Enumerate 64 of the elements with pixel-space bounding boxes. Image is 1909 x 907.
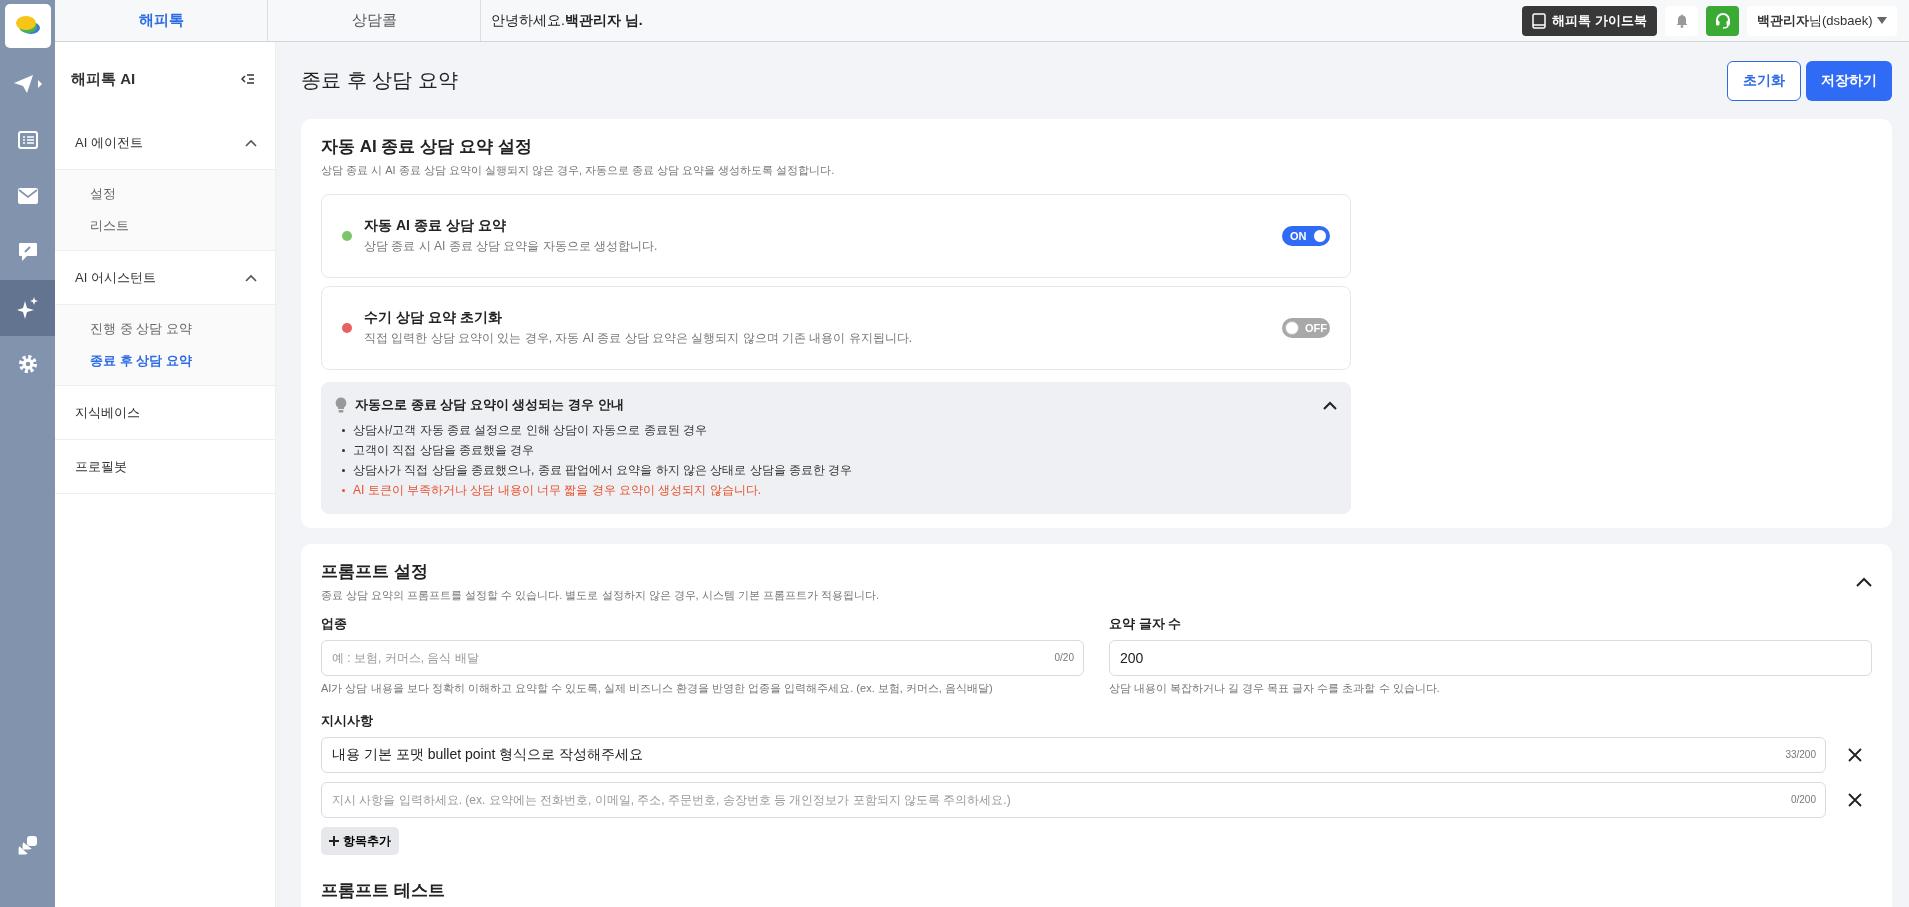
reset-button[interactable]: 초기화 — [1727, 60, 1801, 101]
top-tab[interactable]: 해피톡 — [55, 0, 268, 41]
app-logo[interactable] — [4, 4, 51, 48]
sparkles-icon — [16, 297, 39, 319]
sidebar-title: 해피톡 AI — [71, 69, 136, 89]
collapse-sidebar-icon[interactable] — [241, 73, 255, 85]
mail-icon — [17, 188, 38, 204]
user-dropdown[interactable]: 백관리자님(dsbaek) — [1747, 5, 1897, 36]
guide-item: AI 토큰이 부족하거나 상담 내용이 너무 짧을 경우 요약이 생성되지 않습니다. — [341, 480, 761, 500]
chat-bubbles-icon — [14, 15, 41, 37]
plus-icon — [329, 836, 339, 846]
save-button[interactable]: 저장하기 — [1806, 60, 1892, 101]
headset-icon — [1713, 11, 1732, 30]
chevron-icon — [245, 138, 257, 147]
chevron-icon — [245, 273, 257, 282]
setting-title: 수기 상담 요약 초기화 — [364, 309, 503, 327]
field-label: 업종 — [321, 615, 348, 633]
character-counter: 0/200 — [1790, 794, 1816, 805]
close-icon[interactable] — [1848, 748, 1862, 762]
page-title: 종료 후 상담 요약 — [301, 68, 458, 93]
section-description: 상담 종료 시 AI 종료 상담 요약이 실행되지 않은 경우, 자동으로 종료 상담 요약을 생성하도록 설정합니다. — [321, 163, 836, 178]
sidebar-item[interactable]: 종료 후 상담 요약 — [55, 345, 275, 377]
guide-title: 자동으로 종료 상담 요약이 생성되는 경우 안내 — [355, 396, 624, 414]
close-icon[interactable] — [1848, 793, 1862, 807]
character-counter: 0/20 — [1054, 652, 1074, 663]
setting-title: 자동 AI 종료 상담 요약 — [364, 217, 507, 235]
sidebar-group[interactable]: 지식베이스 — [55, 386, 275, 440]
sidebar-group[interactable]: 프로필봇 — [55, 440, 275, 494]
section-description: 종료 상담 요약의 프롬프트를 설정할 수 있습니다. 별도로 설정하지 않은 경우, 시스템 기본 프롬프트가 적용됩니다. — [321, 588, 879, 603]
lightbulb-icon — [335, 397, 347, 413]
field-hint: AI가 상담 내용을 보다 정확히 이해하고 요약할 수 있도록, 실제 비즈니스 환경을 반영한 업종을 입력해주세요. (ex. 보험, 커머스, 음식배달) — [321, 681, 994, 696]
support-button[interactable] — [1706, 5, 1739, 36]
top-tab[interactable]: 상담콜 — [268, 0, 481, 41]
chevron-icon[interactable] — [1323, 400, 1337, 410]
paper-plane-icon — [12, 74, 43, 94]
guidebook-button[interactable]: 해피톡 가이드북 — [1522, 5, 1657, 36]
bell-icon — [1675, 13, 1688, 28]
field-label: 지시사항 — [321, 712, 374, 730]
section-title: 프롬프트 설정 — [321, 561, 429, 583]
guide-item: 상담사가 직접 상담을 종료했으나, 종료 팝업에서 요약을 하지 않은 상태로 상담을 종료한 경우 — [341, 460, 853, 480]
caret-icon — [1877, 17, 1887, 24]
toggle-switch[interactable]: ON — [1282, 226, 1330, 246]
field-label: 요약 글자 수 — [1109, 615, 1183, 633]
notification-button[interactable] — [1665, 5, 1698, 36]
sidebar-item[interactable]: 설정 — [55, 178, 275, 210]
setting-description: 상담 종료 시 AI 종료 상담 요약을 자동으로 생성합니다. — [364, 238, 659, 255]
greeting-text: 안녕하세요.백관리자 님. — [491, 11, 643, 30]
section-title: 자동 AI 종료 상담 요약 설정 — [321, 136, 533, 158]
sidebar-item[interactable]: 진행 중 상담 요약 — [55, 313, 275, 345]
guide-item: 고객이 직접 상담을 종료했을 경우 — [341, 440, 535, 460]
settings-icon — [17, 354, 38, 374]
character-counter: 33/200 — [1785, 749, 1816, 760]
book-icon — [1532, 12, 1547, 29]
chevron-icon[interactable] — [1856, 576, 1872, 587]
guide-item: 상담사/고객 자동 종료 설정으로 인해 상담이 자동으로 종료된 경우 — [341, 420, 707, 440]
sidebar-item[interactable]: 리스트 — [55, 210, 275, 242]
stacked-squares-icon[interactable] — [16, 835, 39, 857]
field-hint: 상담 내용이 복잡하거나 길 경우 목표 글자 수를 초과할 수 있습니다. — [1109, 681, 1441, 696]
chat-edit-icon — [17, 242, 38, 262]
setting-description: 직접 입력한 상담 요약이 있는 경우, 자동 AI 종료 상담 요약은 실행되지 않으며 기존 내용이 유지됩니다. — [364, 330, 913, 347]
list-icon — [17, 131, 38, 149]
add-item-button[interactable]: 항목추가 — [321, 827, 399, 855]
section-title: 프롬프트 테스트 — [321, 880, 446, 902]
summary-length-field[interactable]: 200 — [1109, 640, 1872, 676]
